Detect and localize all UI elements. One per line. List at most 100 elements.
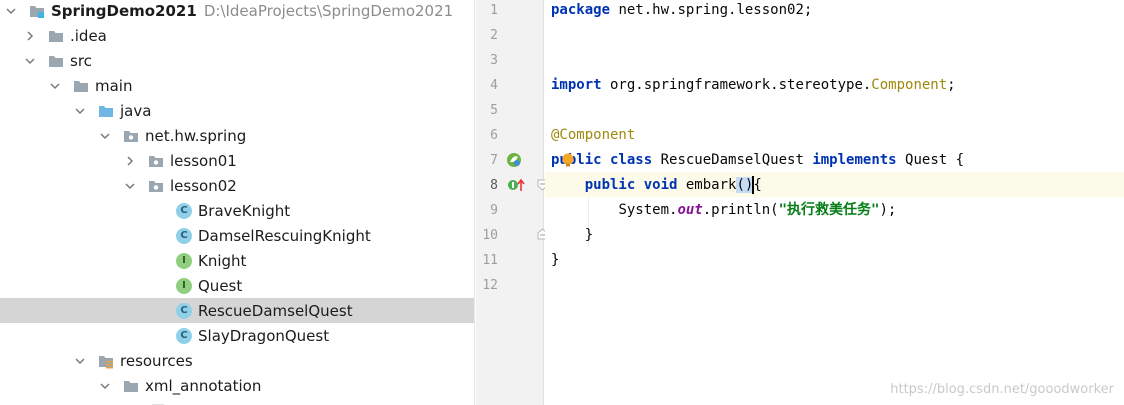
chevron-down-icon[interactable] [99,130,111,142]
tree-item-label: .idea [70,26,107,45]
implements-method-icon[interactable] [507,177,525,197]
tree-item-label: lesson01 [170,151,237,170]
class-icon: C [176,202,192,219]
code-editor[interactable]: package net.hw.spring.lesson02; import o… [545,0,1124,405]
line-number: 12 [482,278,498,293]
interface-icon: I [176,252,192,269]
tree-item-label: lesson02 [170,176,237,195]
project-tree[interactable]: SpringDemo2021 D:\IdeaProjects\SpringDem… [0,0,475,405]
tree-item-package-lesson01[interactable]: lesson01 [0,148,474,173]
string-literal: "执行救美任务" [778,202,880,218]
class-name: RescueDamselQuest [652,152,813,168]
package-icon [148,153,164,169]
tree-item-xml-annotation[interactable]: xml_annotation [0,373,474,398]
tree-item-label: Knight [198,251,247,270]
code-line-6[interactable]: @Component [551,123,635,148]
line-number: 5 [490,103,498,118]
tree-item-interface-quest[interactable]: I Quest [0,273,474,298]
chevron-down-icon[interactable] [74,105,86,117]
code-line-1[interactable]: package net.hw.spring.lesson02; [551,0,812,23]
tree-item-package-lesson02[interactable]: lesson02 [0,173,474,198]
code-line-11[interactable]: } [551,248,559,273]
line-number: 7 [490,153,498,168]
package-icon [148,178,164,194]
chevron-down-icon[interactable] [74,355,86,367]
keyword-public-void: public void [584,177,678,193]
code-line-7[interactable]: public class RescueDamselQuest implement… [551,148,964,173]
keyword-implements: implements [812,152,897,168]
tree-item-label: DamselRescuingKnight [198,226,371,245]
class-icon: C [176,327,192,344]
line-number: 9 [490,203,498,218]
tree-item-interface-knight[interactable]: I Knight [0,248,474,273]
folder-icon [73,78,89,94]
tree-item-java[interactable]: java [0,98,474,123]
package-icon [123,128,139,144]
chevron-down-icon[interactable] [49,80,61,92]
semicolon: ; [947,77,956,93]
code-line-9[interactable]: System.out.println("执行救美任务"); [551,198,896,223]
tree-item-label: src [70,51,92,70]
method-parens: () [736,177,754,193]
code-line-10[interactable]: } [551,223,593,248]
line-number: 10 [482,228,498,243]
code-line-4[interactable]: import org.springframework.stereotype.Co… [551,73,956,98]
line-number: 3 [490,53,498,68]
tree-item-root[interactable]: SpringDemo2021 D:\IdeaProjects\SpringDem… [0,0,474,23]
tree-item-class-damselrescuingknight[interactable]: C DamselRescuingKnight [0,223,474,248]
chevron-right-icon[interactable] [24,30,36,42]
tree-item-class-rescuedamselquest[interactable]: C RescueDamselQuest [0,298,474,323]
import-path: org.springframework.stereotype. [601,77,872,93]
annotation-component: @Component [551,127,636,143]
tree-item-label: resources [120,351,193,370]
folder-icon [48,53,64,69]
project-name: SpringDemo2021 [51,1,197,20]
open-brace: { [753,177,762,193]
line-number: 8 [490,178,498,193]
tree-item-label: Quest [198,276,243,295]
tree-item-resources[interactable]: resources [0,348,474,373]
method-name: embark [677,177,737,193]
tree-item-label: xml_annotation [145,376,262,395]
static-field-out: out [677,202,703,218]
tree-item-package-net-hw-spring[interactable]: net.hw.spring [0,123,474,148]
spring-bean-icon[interactable] [506,152,522,172]
source-folder-icon [98,103,114,119]
class-icon: C [176,227,192,244]
line-number: 4 [490,78,498,93]
tree-item-partial [0,398,474,405]
tree-item-src[interactable]: src [0,48,474,73]
tree-item-label: BraveKnight [198,201,291,220]
tree-item-label: SlayDragonQuest [198,326,330,345]
project-path: D:\IdeaProjects\SpringDemo2021 [203,1,454,20]
tree-item-class-slaydragonquest[interactable]: C SlayDragonQuest [0,323,474,348]
tree-item-main[interactable]: main [0,73,474,98]
tree-item-label: java [120,101,152,120]
call-end: ); [879,202,897,218]
line-number: 2 [490,28,498,43]
tree-item-class-braveknight[interactable]: C BraveKnight [0,198,474,223]
interface-name: Quest { [896,152,965,168]
class-icon: C [176,302,192,319]
chevron-down-icon[interactable] [5,5,17,17]
chevron-down-icon[interactable] [24,55,36,67]
resources-folder-icon [98,353,114,369]
folder-icon [48,28,64,44]
tree-item-label: main [95,76,133,95]
line-number: 6 [490,128,498,143]
line-number: 11 [482,253,498,268]
chevron-down-icon[interactable] [124,180,136,192]
tree-item-idea[interactable]: .idea [0,23,474,48]
close-brace: } [551,227,594,243]
chevron-down-icon[interactable] [99,380,111,392]
chevron-right-icon[interactable] [124,155,136,167]
editor-gutter[interactable]: 1 2 3 4 5 6 7 8 9 10 11 12 [476,0,548,405]
code-line-8[interactable]: public void embark(){ [551,173,762,198]
keyword-package: package [551,2,611,18]
intention-bulb-icon[interactable] [561,153,575,167]
close-brace: } [551,252,560,268]
line-number: 1 [490,3,498,18]
interface-icon: I [176,277,192,294]
